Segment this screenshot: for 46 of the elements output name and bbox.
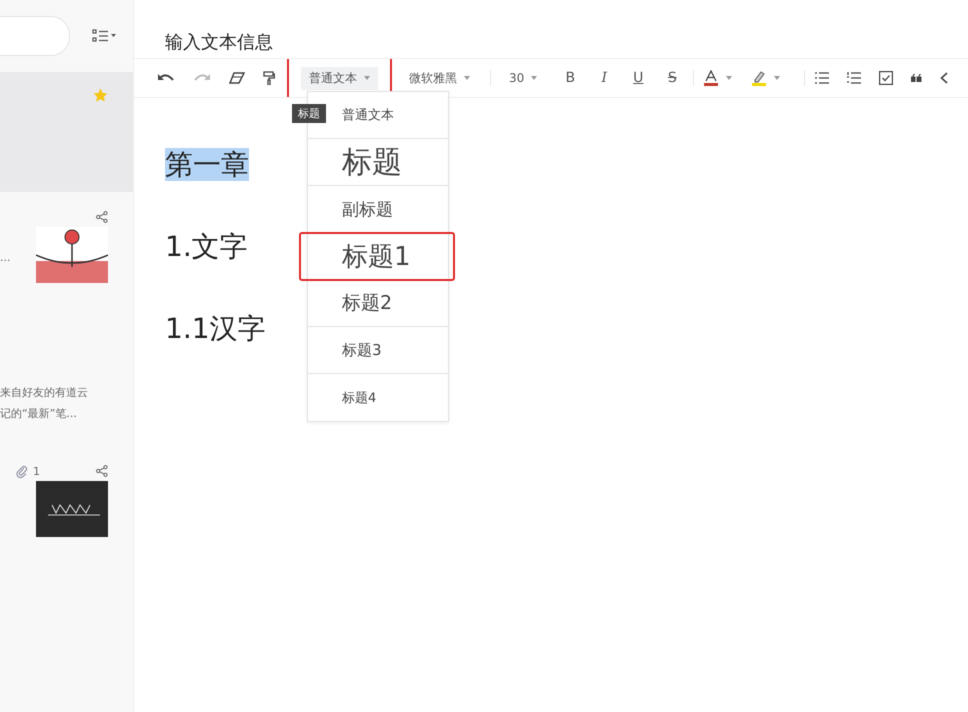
style-menu-item[interactable]: 副标题 (308, 186, 448, 233)
paperclip-icon (16, 464, 28, 478)
paragraph-style-dropdown[interactable]: 普通文本 (301, 66, 378, 90)
heading-text: 1.文字 (165, 230, 248, 263)
style-menu-item[interactable]: 标题 (308, 139, 448, 186)
list-view-icon[interactable] (92, 29, 116, 43)
code-icon[interactable] (940, 72, 948, 84)
numbered-list-icon[interactable] (847, 72, 862, 84)
quote-icon[interactable] (911, 74, 922, 82)
note-item[interactable]: 1 (0, 448, 133, 537)
share-icon[interactable] (96, 211, 108, 223)
checkbox-icon[interactable] (879, 71, 894, 85)
heading-text: 第一章 (165, 148, 249, 181)
attachment-count: 1 (33, 464, 40, 478)
caret-icon[interactable] (726, 76, 732, 80)
note-snippet: 记的“最新”笔... (0, 406, 78, 421)
font-size-dropdown[interactable]: 30 (501, 68, 546, 88)
paint-roller-icon[interactable] (263, 71, 275, 85)
caret-icon (531, 76, 538, 80)
caret-icon (464, 76, 470, 80)
note-snippet: ... (0, 251, 10, 264)
cartoon-thumbnail (36, 227, 108, 283)
heading-text: 1.1汉字 (165, 312, 266, 345)
caret-icon[interactable] (774, 76, 780, 80)
bullet-list-icon[interactable] (815, 72, 830, 84)
tooltip: 标题 (292, 104, 326, 123)
format-button[interactable]: B (553, 70, 588, 86)
share-icon[interactable] (96, 465, 108, 477)
format-button[interactable]: U (621, 70, 656, 86)
format-button[interactable]: S (655, 70, 690, 86)
style-menu-item[interactable]: 标题1 (300, 233, 454, 280)
style-menu-item[interactable]: 标题2 (308, 280, 448, 327)
highlighter-icon[interactable] (752, 70, 766, 86)
note-item[interactable]: 来自好友的有道云 记的“最新”笔... (0, 332, 133, 448)
caret-icon (364, 76, 370, 80)
style-menu-item[interactable]: 标题3 (308, 327, 448, 374)
star-icon[interactable] (93, 88, 108, 102)
note-item[interactable]: ... (0, 192, 133, 332)
font-color-icon[interactable] (704, 70, 718, 86)
format-button[interactable]: I (587, 70, 622, 86)
note-snippet: 来自好友的有道云 (0, 385, 88, 400)
note-title[interactable]: 输入文本信息 (134, 0, 968, 58)
eraser-icon[interactable] (229, 72, 245, 84)
style-menu-item[interactable]: 标题4 (308, 374, 448, 421)
font-dropdown[interactable]: 微软雅黑 (401, 66, 478, 90)
dark-thumbnail (36, 481, 108, 537)
